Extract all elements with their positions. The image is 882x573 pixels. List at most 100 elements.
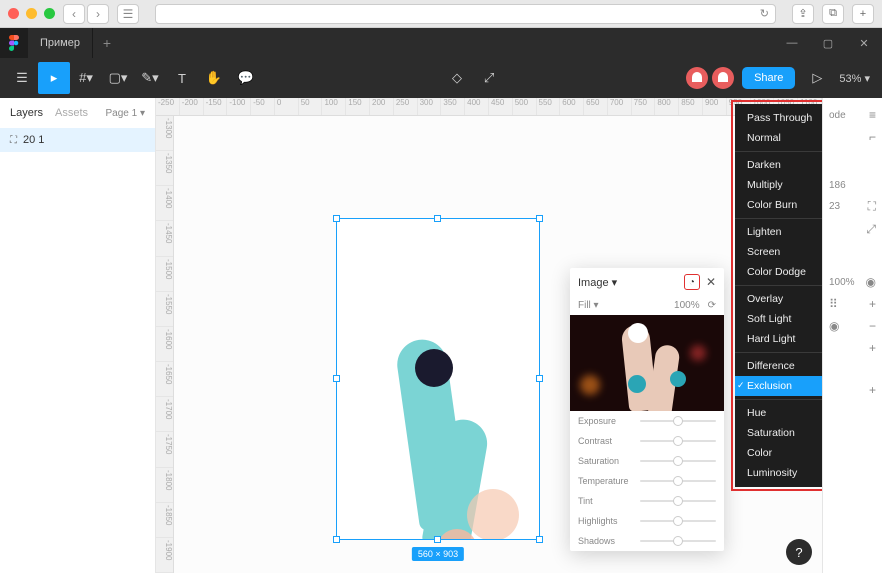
blend-mode-item[interactable]: Screen: [735, 242, 822, 262]
avatar[interactable]: [686, 67, 708, 89]
close-icon[interactable]: ✕: [706, 275, 716, 289]
slider-thumb[interactable]: [673, 496, 683, 506]
app-close-icon[interactable]: ✕: [846, 28, 882, 58]
move-tool-icon[interactable]: ▸: [38, 62, 70, 94]
page-select[interactable]: Page 1 ▾: [106, 108, 146, 119]
url-bar[interactable]: ↻: [155, 4, 776, 24]
align-icon[interactable]: ≡: [869, 108, 876, 122]
present-icon[interactable]: ▷: [801, 62, 833, 94]
popover-title[interactable]: Image ▾: [578, 276, 617, 289]
share-button[interactable]: Share: [742, 67, 795, 89]
blend-mode-item[interactable]: Hue: [735, 403, 822, 423]
canvas[interactable]: -250-200-150-100-50050100150200250300350…: [156, 98, 822, 573]
text-tool-icon[interactable]: T: [166, 62, 198, 94]
slider-track[interactable]: [640, 460, 716, 462]
resize-handle[interactable]: [536, 375, 543, 382]
blend-mode-icon[interactable]: ◔: [684, 274, 700, 290]
slider-thumb[interactable]: [673, 416, 683, 426]
hand-tool-icon[interactable]: ✋: [198, 62, 230, 94]
slider-thumb[interactable]: [673, 456, 683, 466]
slider-track[interactable]: [640, 480, 716, 482]
resize-handle[interactable]: [434, 215, 441, 222]
reload-icon[interactable]: ↻: [760, 7, 769, 20]
remove-icon[interactable]: −: [869, 319, 876, 333]
file-tab[interactable]: Пример: [28, 28, 93, 58]
blend-mode-item[interactable]: Overlay: [735, 289, 822, 309]
tab-assets[interactable]: Assets: [55, 107, 88, 119]
resize-handle[interactable]: [434, 536, 441, 543]
blend-mode-item[interactable]: Saturation: [735, 423, 822, 443]
corner-icon[interactable]: ⌐: [869, 130, 876, 144]
add-icon[interactable]: +: [869, 383, 876, 397]
visibility-icon[interactable]: ◉: [866, 275, 876, 289]
slider-thumb[interactable]: [673, 516, 683, 526]
add-icon[interactable]: +: [869, 297, 876, 311]
rotate-icon[interactable]: ⟳: [708, 300, 716, 311]
style-dots-icon[interactable]: ⠿: [829, 297, 838, 311]
mask-icon[interactable]: ⤢: [473, 62, 505, 94]
avatar[interactable]: [712, 67, 734, 89]
menu-icon[interactable]: ☰: [6, 62, 38, 94]
resize-handle[interactable]: [536, 215, 543, 222]
figma-logo-icon[interactable]: [0, 28, 28, 58]
visibility-icon[interactable]: ◉: [829, 319, 839, 333]
blend-mode-item[interactable]: Normal: [735, 128, 822, 148]
value-readout[interactable]: 186: [829, 180, 846, 191]
shape-tool-icon[interactable]: ▢▾: [102, 62, 134, 94]
slider-thumb[interactable]: [673, 436, 683, 446]
blend-mode-item[interactable]: Hard Light: [735, 329, 822, 349]
close-window-icon[interactable]: [8, 8, 19, 19]
adjustment-slider[interactable]: Exposure: [570, 411, 724, 431]
blend-mode-item[interactable]: Soft Light: [735, 309, 822, 329]
tabs-overview-icon[interactable]: ⧉: [822, 4, 844, 24]
blend-mode-item[interactable]: Color Burn: [735, 195, 822, 215]
adjustment-slider[interactable]: Temperature: [570, 471, 724, 491]
fill-opacity[interactable]: 100%: [674, 300, 700, 311]
slider-track[interactable]: [640, 540, 716, 542]
add-tab-button[interactable]: +: [93, 35, 121, 51]
resize-handle[interactable]: [333, 215, 340, 222]
slider-track[interactable]: [640, 440, 716, 442]
zoom-level[interactable]: 53% ▾: [833, 72, 876, 85]
blend-mode-item[interactable]: Exclusion: [735, 376, 822, 396]
blend-mode-item[interactable]: Luminosity: [735, 463, 822, 483]
blend-mode-item[interactable]: Color: [735, 443, 822, 463]
blend-mode-item[interactable]: Lighten: [735, 222, 822, 242]
link-icon[interactable]: ⛶: [868, 199, 876, 214]
minimize-window-icon[interactable]: [26, 8, 37, 19]
adjustment-slider[interactable]: Highlights: [570, 511, 724, 531]
image-thumbnail[interactable]: [570, 315, 724, 411]
slider-track[interactable]: [640, 420, 716, 422]
selected-frame[interactable]: 560 × 903: [336, 218, 540, 540]
add-icon[interactable]: +: [869, 341, 876, 355]
app-minimize-icon[interactable]: —: [774, 28, 810, 58]
adjustment-slider[interactable]: Saturation: [570, 451, 724, 471]
resize-handle[interactable]: [333, 375, 340, 382]
slider-track[interactable]: [640, 500, 716, 502]
panel-tab-fragment[interactable]: ode: [829, 110, 846, 121]
tab-layers[interactable]: Layers: [10, 107, 43, 119]
expand-icon[interactable]: ⤢: [866, 222, 876, 237]
back-button[interactable]: ‹: [63, 4, 85, 24]
adjustment-slider[interactable]: Contrast: [570, 431, 724, 451]
component-icon[interactable]: ◇: [441, 62, 473, 94]
sidebar-toggle-icon[interactable]: ☰: [117, 4, 139, 24]
slider-track[interactable]: [640, 520, 716, 522]
comment-tool-icon[interactable]: 💬: [230, 62, 262, 94]
frame-tool-icon[interactable]: #▾: [70, 62, 102, 94]
share-sheet-icon[interactable]: ⇪: [792, 4, 814, 24]
blend-mode-item[interactable]: Difference: [735, 356, 822, 376]
blend-mode-item[interactable]: Multiply: [735, 175, 822, 195]
blend-mode-item[interactable]: Pass Through: [735, 108, 822, 128]
blend-mode-item[interactable]: Color Dodge: [735, 262, 822, 282]
adjustment-slider[interactable]: Shadows: [570, 531, 724, 551]
new-tab-icon[interactable]: +: [852, 4, 874, 24]
slider-thumb[interactable]: [673, 536, 683, 546]
fill-mode-select[interactable]: Fill ▾: [578, 300, 599, 311]
maximize-window-icon[interactable]: [44, 8, 55, 19]
layer-row[interactable]: ⛶ 20 1: [0, 128, 155, 152]
blend-mode-item[interactable]: Darken: [735, 155, 822, 175]
resize-handle[interactable]: [333, 536, 340, 543]
forward-button[interactable]: ›: [87, 4, 109, 24]
opacity-value[interactable]: 100%: [829, 277, 855, 288]
